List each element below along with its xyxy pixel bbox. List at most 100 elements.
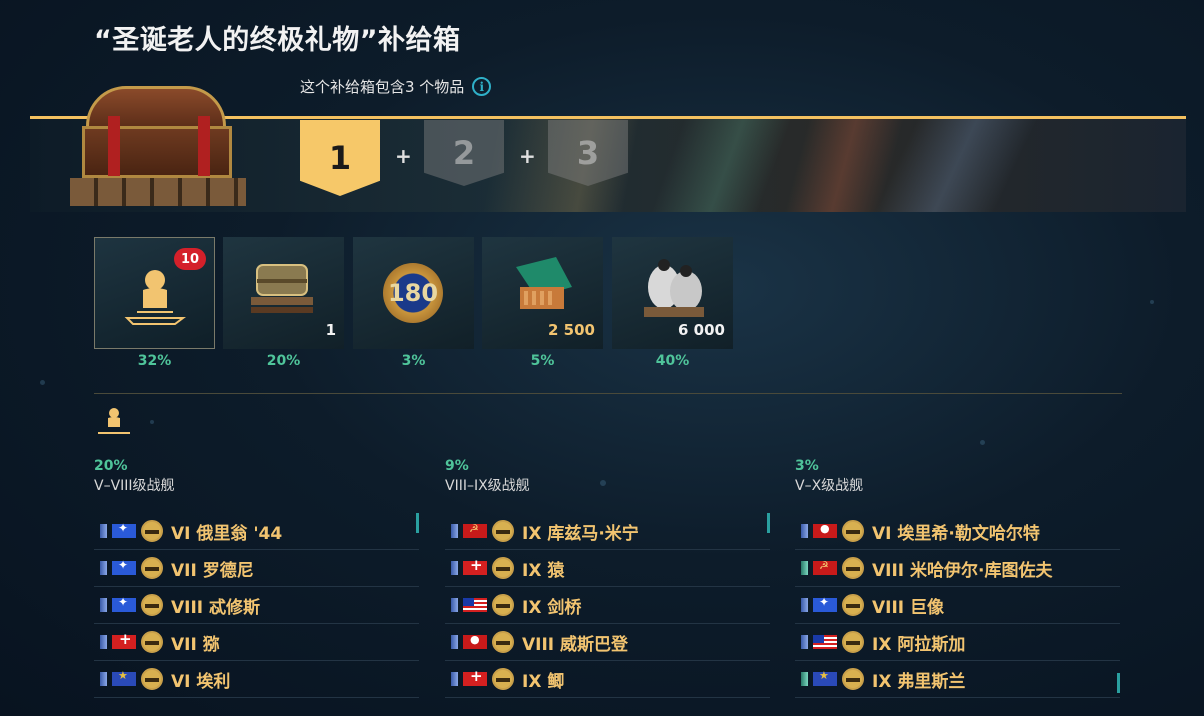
battleship-class-icon [842, 520, 864, 542]
reward-tile-container[interactable]: 1 [223, 237, 344, 349]
reward-quantity: 1 [325, 321, 336, 339]
nation-marker [801, 635, 808, 649]
ship-name: VII 猕 [171, 634, 220, 655]
ship-list[interactable]: VI 俄里翁 '44 VII 罗德尼 VIII 忒修斯 VII 猕 VI 埃利 [94, 513, 419, 698]
ship-name: VIII 巨像 [872, 597, 945, 618]
battleship-class-icon [842, 594, 864, 616]
scrollbar-thumb[interactable] [416, 513, 419, 533]
ship-row[interactable]: VIII 忒修斯 [94, 587, 419, 624]
battleship-class-icon [492, 594, 514, 616]
ship-row[interactable]: IX 阿拉斯加 [795, 624, 1120, 661]
battleship-class-icon [842, 631, 864, 653]
background-sparkle [1150, 300, 1154, 304]
ship-row[interactable]: IX 弗里斯兰 [795, 661, 1120, 698]
slot-tab-3[interactable]: 3 [548, 120, 628, 186]
ship-row[interactable]: VII 猕 [94, 624, 419, 661]
reward-chance: 5% [530, 353, 555, 369]
group-tier-label: VIII–IX级战舰 [445, 478, 530, 494]
group-chance: 3% [795, 458, 819, 474]
container-chest-icon [251, 264, 313, 313]
group-tier-label: V–VIII级战舰 [94, 478, 175, 494]
ship-row[interactable]: VI 埃利 [94, 661, 419, 698]
group-tier-label: V–X级战舰 [795, 478, 864, 494]
nation-marker [451, 672, 458, 686]
slot-tab-2[interactable]: 2 [424, 120, 504, 186]
ship-row[interactable]: IX 猿 [445, 550, 770, 587]
chest-pallet [70, 178, 246, 206]
ship-row[interactable]: VI 俄里翁 '44 [94, 513, 419, 550]
ship-name: VI 埃里希·勒文哈尔特 [872, 523, 1040, 544]
ship-group-column-1: 20% V–VIII级战舰 VI 俄里翁 '44 VII 罗德尼 VIII 忒修… [94, 458, 419, 698]
battleship-class-icon [492, 668, 514, 690]
ship-row[interactable]: VIII 威斯巴登 [445, 624, 770, 661]
reward-tile-coal[interactable]: 6 000 [612, 237, 733, 349]
nation-marker [801, 598, 808, 612]
group-chance: 9% [445, 458, 469, 474]
battleship-class-icon [141, 594, 163, 616]
ship-row[interactable]: VII 罗德尼 [94, 550, 419, 587]
nation-marker [801, 524, 808, 538]
ship-group-column-2: 9% VIII–IX级战舰 IX 库兹马·米宁 IX 猿 IX 剑桥 VIII … [445, 458, 770, 698]
reward-tile-ship[interactable]: 10 [94, 237, 215, 349]
scrollbar-thumb[interactable] [767, 513, 770, 533]
reward-chance: 32% [137, 353, 172, 369]
reward-chance: 3% [401, 353, 426, 369]
nation-marker [451, 561, 458, 575]
ship-row[interactable]: VIII 米哈伊尔·库图佐夫 [795, 550, 1120, 587]
ship-row[interactable]: IX 库兹马·米宁 [445, 513, 770, 550]
background-sparkle [150, 420, 154, 424]
ship-name: IX 猿 [522, 560, 565, 581]
ship-name: IX 弗里斯兰 [872, 671, 966, 692]
nation-flag-icon [112, 630, 136, 649]
battleship-class-icon [842, 557, 864, 579]
reward-quantity: 6 000 [678, 321, 725, 339]
nation-flag-icon [463, 633, 487, 649]
nation-marker [100, 598, 107, 612]
reward-chance: 20% [266, 353, 301, 369]
ship-name: VIII 米哈伊尔·库图佐夫 [872, 560, 1053, 581]
nation-marker [100, 561, 107, 575]
plus-sign: + [519, 144, 536, 168]
battleship-class-icon [492, 557, 514, 579]
ship-row[interactable]: IX 剑桥 [445, 587, 770, 624]
scrollbar-thumb[interactable] [1117, 673, 1120, 693]
battleship-class-icon [492, 631, 514, 653]
reward-chance: 40% [655, 353, 690, 369]
nation-flag-icon [463, 598, 487, 612]
chest-ribbon [108, 116, 120, 176]
ship-silhouette-icon [124, 270, 186, 325]
battleship-class-icon [141, 557, 163, 579]
slot-tab-1[interactable]: 1 [300, 120, 380, 196]
ship-name: IX 阿拉斯加 [872, 634, 966, 655]
ship-name: VIII 忒修斯 [171, 597, 261, 618]
container-contents-note: 这个补给箱包含3 个物品 i [300, 76, 492, 97]
nation-flag-icon [112, 558, 136, 575]
emblem-180-icon: 180 [383, 263, 443, 323]
ship-row[interactable]: VIII 巨像 [795, 587, 1120, 624]
page-title: “圣诞老人的终极礼物”补给箱 [94, 25, 461, 56]
ship-list[interactable]: VI 埃里希·勒文哈尔特 VIII 米哈伊尔·库图佐夫 VIII 巨像 IX 阿… [795, 513, 1120, 698]
nation-flag-icon [463, 522, 487, 538]
info-icon[interactable]: i [472, 77, 492, 96]
ship-list[interactable]: IX 库兹马·米宁 IX 猿 IX 剑桥 VIII 威斯巴登 IX 鲫 [445, 513, 770, 698]
reward-tile-emblem[interactable]: 180 [353, 237, 474, 349]
coal-sacks-icon [644, 259, 704, 317]
battleship-class-icon [492, 520, 514, 542]
ship-group-column-3: 3% V–X级战舰 VI 埃里希·勒文哈尔特 VIII 米哈伊尔·库图佐夫 VI… [795, 458, 1120, 698]
nation-marker [100, 524, 107, 538]
ship-name: IX 鲫 [522, 671, 565, 692]
chest-ribbon [198, 116, 210, 176]
signal-flags-icon [516, 257, 572, 309]
nation-flag-icon [813, 595, 837, 612]
ship-row[interactable]: IX 鲫 [445, 661, 770, 698]
nation-marker [801, 672, 808, 686]
reward-tile-signals[interactable]: 2 500 [482, 237, 603, 349]
group-chance: 20% [94, 458, 128, 474]
nation-flag-icon [463, 667, 487, 686]
ship-name: VI 埃利 [171, 671, 231, 692]
nation-flag-icon [813, 669, 837, 686]
ship-name: VII 罗德尼 [171, 560, 254, 581]
ship-row[interactable]: VI 埃里希·勒文哈尔特 [795, 513, 1120, 550]
section-divider [94, 393, 1122, 394]
nation-flag-icon [813, 635, 837, 649]
